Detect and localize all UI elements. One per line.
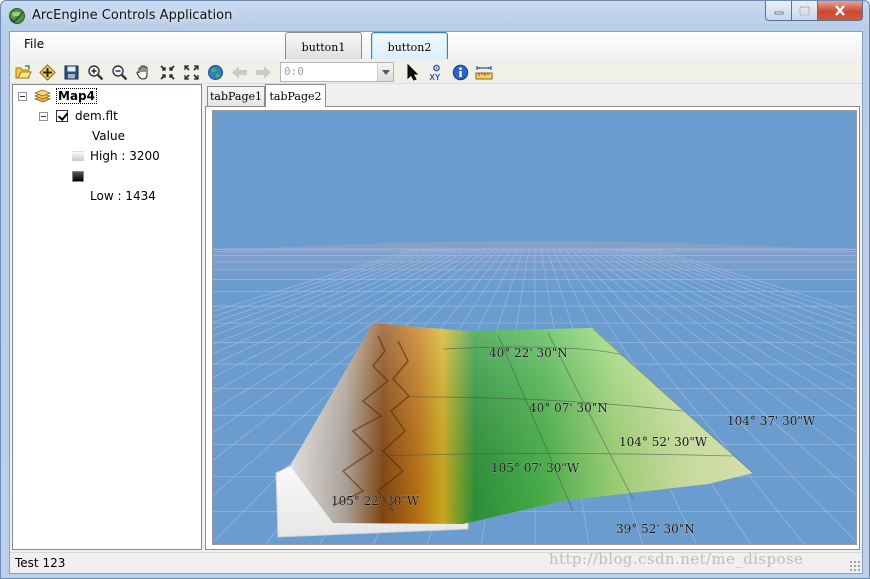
add-data-button[interactable]: [38, 63, 56, 81]
minimize-button[interactable]: [765, 1, 792, 21]
legend-high-row: High : 3200: [72, 147, 160, 165]
legend-high-swatch: [72, 151, 84, 161]
identify-button[interactable]: [451, 63, 469, 81]
forward-icon: [255, 66, 271, 78]
graticule-label: 40° 22' 30"N: [489, 346, 568, 360]
maximize-button[interactable]: [792, 1, 818, 21]
svg-text:XY: XY: [429, 73, 440, 81]
forward-button: [254, 63, 272, 81]
layer-visibility-checkbox[interactable]: [56, 110, 68, 122]
zoom-in-icon: [87, 64, 103, 80]
legend-gradient-row: [72, 167, 84, 185]
scene-3d-view[interactable]: 40° 22' 30"N 40° 07' 30"N 104° 37' 30"W 104…: [213, 111, 857, 545]
tree-row-map[interactable]: Map4: [18, 87, 97, 105]
tab-page2[interactable]: tabPage2: [265, 84, 326, 107]
resize-grip[interactable]: [849, 560, 860, 571]
globe-button[interactable]: [206, 63, 224, 81]
legend-low-swatch: [72, 170, 84, 182]
scene-viewer[interactable]: 40° 22' 30"N 40° 07' 30"N 104° 37' 30"W 104…: [212, 110, 857, 545]
close-button[interactable]: [818, 1, 863, 21]
graticule-label: 40° 07' 30"N: [529, 401, 608, 415]
zoom-out-icon: [111, 64, 127, 80]
legend-low-label: Low : 1434: [90, 189, 156, 203]
graticule-label: 39° 52' 30"N: [616, 522, 695, 536]
window-controls: [765, 1, 863, 22]
minimize-icon: [774, 11, 783, 14]
maximize-icon: [799, 5, 810, 16]
graticule-label: 104° 52' 30"W: [619, 435, 708, 449]
legend-heading-row: Value: [92, 127, 125, 145]
legend-low-row: Low : 1434: [90, 187, 156, 205]
fixed-zoom-in-icon: [159, 64, 175, 80]
watermark: http://blog.csdn.net/me_dispose: [549, 550, 804, 568]
status-text: Test 123: [15, 556, 66, 570]
collapse-map-toggle[interactable]: [18, 91, 27, 101]
open-button[interactable]: [14, 63, 32, 81]
app-globe-icon: [9, 8, 25, 24]
full-extent-button[interactable]: [182, 63, 200, 81]
collapse-layer-toggle[interactable]: [39, 111, 48, 121]
back-button: [230, 63, 248, 81]
tab-control: tabPage1 tabPage2 40° 22' 30"N 40° 07' 3…: [205, 84, 860, 550]
zoom-in-button[interactable]: [86, 63, 104, 81]
tree-row-layer[interactable]: dem.flt: [39, 107, 118, 125]
identify-icon: [452, 64, 468, 80]
pan-button[interactable]: [134, 63, 152, 81]
go-to-xy-button[interactable]: XY: [427, 63, 445, 81]
graticule-label: 105° 22' 30"W: [331, 494, 420, 508]
client-area: File button1 button2 0:0 XY Map4 dem.flt…: [9, 31, 863, 574]
layer-name[interactable]: dem.flt: [75, 109, 118, 123]
tab-page1[interactable]: tabPage1: [207, 86, 265, 106]
scale-combobox[interactable]: 0:0: [280, 62, 394, 82]
back-icon: [231, 66, 247, 78]
toolbar: 0:0 XY: [10, 59, 862, 84]
fixed-zoom-in-button[interactable]: [158, 63, 176, 81]
full-extent-icon: [183, 64, 199, 80]
legend-high-label: High : 3200: [90, 149, 160, 163]
combobox-dropdown-button[interactable]: [377, 63, 393, 81]
graticule-label: 105° 07' 30"W: [491, 461, 580, 475]
title-bar[interactable]: ArcEngine Controls Application: [1, 1, 869, 31]
map-name[interactable]: Map4: [56, 88, 97, 104]
window-title: ArcEngine Controls Application: [32, 8, 233, 23]
chevron-down-icon: [381, 69, 390, 75]
layers-icon: [34, 89, 51, 103]
tab-page2-panel: 40° 22' 30"N 40° 07' 30"N 104° 37' 30"W 104…: [205, 106, 860, 550]
select-arrow-icon: [407, 63, 418, 81]
save-icon: [64, 65, 78, 79]
zoom-out-button[interactable]: [110, 63, 128, 81]
measure-icon: [475, 65, 493, 79]
save-button[interactable]: [62, 63, 80, 81]
toc-control[interactable]: Map4 dem.flt Value High : 3200 Low : 143…: [12, 84, 202, 550]
measure-button[interactable]: [475, 63, 493, 81]
xy-icon: XY: [429, 64, 440, 81]
sky: [213, 111, 856, 251]
pan-icon: [135, 64, 147, 80]
application-window: ArcEngine Controls Application File butt…: [0, 0, 870, 579]
select-elements-button[interactable]: [403, 63, 421, 81]
close-icon: [835, 5, 845, 16]
scale-combobox-value: 0:0: [284, 65, 304, 78]
legend-heading: Value: [92, 129, 125, 143]
menu-file[interactable]: File: [24, 37, 44, 51]
globe-icon: [207, 64, 223, 80]
graticule-label: 104° 37' 30"W: [727, 414, 816, 428]
add-data-icon: [38, 63, 56, 81]
open-icon: [15, 64, 32, 78]
